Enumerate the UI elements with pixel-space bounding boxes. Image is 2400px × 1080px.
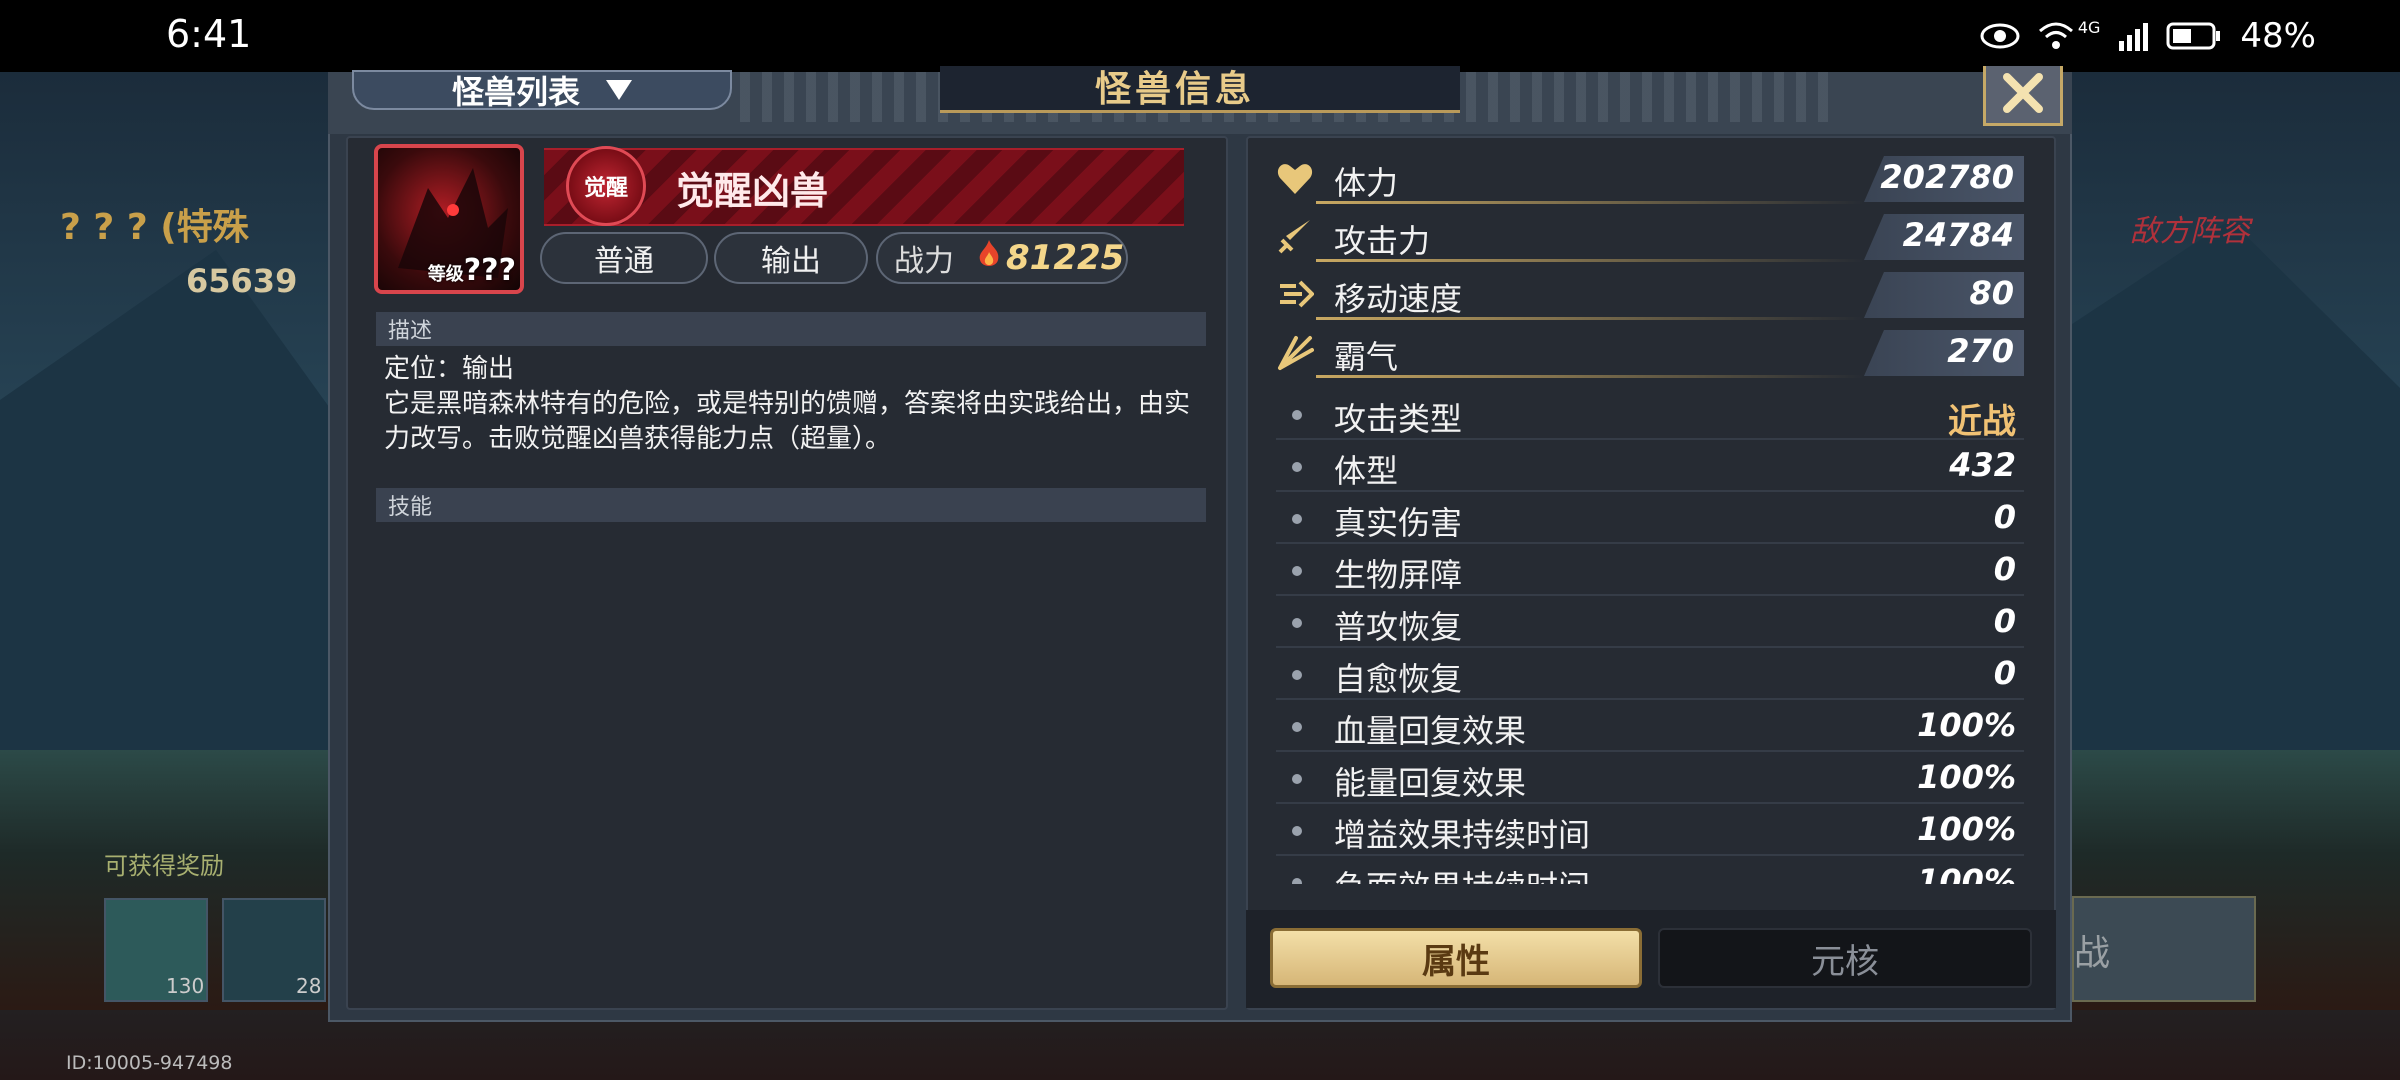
tag-rarity: 普通: [540, 232, 708, 284]
heart-icon: [1276, 160, 1314, 198]
attr-row: 能量回复效果 100%: [1276, 752, 2024, 804]
monster-level: 等级???: [427, 253, 516, 288]
attr-row: 体型 432: [1276, 440, 2024, 492]
attr-label: 负面效果持续时间: [1334, 862, 1590, 884]
stat-label: 体力: [1334, 164, 1399, 202]
network-type: 4G: [2077, 17, 2101, 37]
attr-label: 血量回复效果: [1334, 712, 1527, 750]
description-text: 它是黑暗森林特有的危险，或是特别的馈赠，答案将由实践给出，由实力改写。击败觉醒凶…: [384, 389, 1191, 454]
attr-row: 血量回复效果 100%: [1276, 700, 2024, 752]
wifi-icon: [2038, 21, 2074, 51]
attr-value: 0: [1993, 654, 2016, 692]
attr-value: 0: [1993, 498, 2016, 536]
attr-value: 0: [1993, 550, 2016, 588]
user-id: ID:10005-947498: [66, 1052, 233, 1074]
attr-row: 自愈恢复 0: [1276, 648, 2024, 700]
status-icons: 4G 48%: [1980, 14, 2316, 58]
power-tag: 战力 81225: [876, 232, 1128, 284]
monster-list-label: 怪兽列表: [451, 73, 580, 111]
attr-row: 攻击类型 近战: [1276, 388, 2024, 440]
stat-row-speed: 移动速度 80: [1276, 268, 2024, 320]
attr-value: 100%: [1917, 862, 2016, 884]
stat-underline: [1316, 375, 1864, 378]
speed-icon: [1276, 276, 1315, 314]
fire-icon: [976, 238, 1002, 278]
stat-value: 270: [1947, 332, 2014, 370]
monster-name: 觉醒凶兽: [676, 169, 829, 213]
claw-icon: [1276, 334, 1314, 372]
attr-value: 100%: [1917, 810, 2016, 848]
battery-icon: [2166, 21, 2222, 51]
attr-label: 真实伤害: [1334, 504, 1463, 542]
attr-value: 100%: [1917, 758, 2016, 796]
stat-row-hp: 体力 202780: [1276, 152, 2024, 204]
monster-list-dropdown[interactable]: 怪兽列表: [352, 70, 732, 111]
tab-attributes[interactable]: 属性: [1270, 928, 1642, 988]
attr-label: 自愈恢复: [1334, 660, 1463, 698]
bg-reward-2-count: 28: [296, 974, 322, 998]
power-label: 战力: [894, 244, 954, 279]
stat-label: 霸气: [1334, 338, 1399, 376]
attr-label: 普攻恢复: [1334, 608, 1463, 646]
attr-row: 真实伤害 0: [1276, 492, 2024, 544]
bullet-dot: [1292, 878, 1302, 884]
dropdown-arrow-icon: [606, 80, 632, 100]
description-role: 定位：输出: [384, 354, 515, 384]
bg-battle-button-label: 战: [2074, 933, 2111, 974]
stat-label: 移动速度: [1334, 280, 1463, 318]
attr-row-partial[interactable]: 负面效果持续时间 100%: [1276, 856, 2024, 884]
tab-core[interactable]: 元核: [1658, 928, 2032, 988]
bullet-dot: [1292, 826, 1302, 836]
skills-header: 技能: [376, 488, 1206, 522]
eye-icon: [1980, 23, 2020, 49]
stat-row-attack: 攻击力 24784: [1276, 210, 2024, 262]
stat-underline: [1316, 201, 1864, 204]
attr-value: 近战: [1948, 402, 2016, 440]
sword-icon: [1276, 218, 1314, 256]
monster-portrait: 等级???: [374, 144, 524, 294]
attr-label: 能量回复效果: [1334, 764, 1527, 802]
stat-underline: [1316, 259, 1864, 262]
bg-reward-1-count: 130: [166, 974, 205, 998]
bullet-dot: [1292, 410, 1302, 420]
attr-row: 普攻恢复 0: [1276, 596, 2024, 648]
close-button[interactable]: [1983, 66, 2063, 126]
bg-rewards-label: 可获得奖励: [104, 852, 224, 880]
attr-value: 432: [1949, 446, 2016, 484]
battery-percent: 48%: [2240, 16, 2316, 56]
stat-value: 80: [1969, 274, 2014, 312]
attr-row: 生物屏障 0: [1276, 544, 2024, 596]
bullet-dot: [1292, 722, 1302, 732]
stat-value: 202780: [1880, 158, 2014, 196]
attr-value: 0: [1993, 602, 2016, 640]
signal-icon: [2118, 21, 2149, 51]
stat-value: 24784: [1902, 216, 2014, 254]
close-icon: [1999, 72, 2047, 117]
attr-label: 体型: [1334, 452, 1399, 490]
bg-player-power: 65639: [186, 262, 298, 300]
bullet-dot: [1292, 618, 1302, 628]
description-header: 描述: [376, 312, 1206, 346]
bullet-dot: [1292, 514, 1302, 524]
modal-title: 怪兽信息: [1095, 69, 1256, 110]
bg-enemy-lineup: 敌方阵容: [2130, 214, 2250, 249]
description-body: 定位：输出 它是黑暗森林特有的危险，或是特别的馈赠，答案将由实践给出，由实力改写…: [384, 352, 1214, 457]
attr-label: 增益效果持续时间: [1334, 816, 1591, 854]
power-value: 81225: [1006, 238, 1125, 278]
stat-label: 攻击力: [1334, 222, 1431, 260]
bullet-dot: [1292, 462, 1302, 472]
bullet-dot: [1292, 670, 1302, 680]
attr-label: 攻击类型: [1334, 400, 1463, 438]
stat-row-dominance: 霸气 270: [1276, 326, 2024, 378]
attr-value: 100%: [1917, 706, 2016, 744]
bg-player-name: ? ? ? (特殊: [60, 207, 249, 248]
bullet-dot: [1292, 774, 1302, 784]
stat-underline: [1316, 317, 1864, 320]
status-time: 6:41: [166, 12, 252, 56]
tag-role: 输出: [714, 232, 868, 284]
awaken-badge: 觉醒: [566, 146, 646, 226]
bullet-dot: [1292, 566, 1302, 576]
attr-label: 生物屏障: [1334, 556, 1463, 594]
attr-row: 增益效果持续时间 100%: [1276, 804, 2024, 856]
